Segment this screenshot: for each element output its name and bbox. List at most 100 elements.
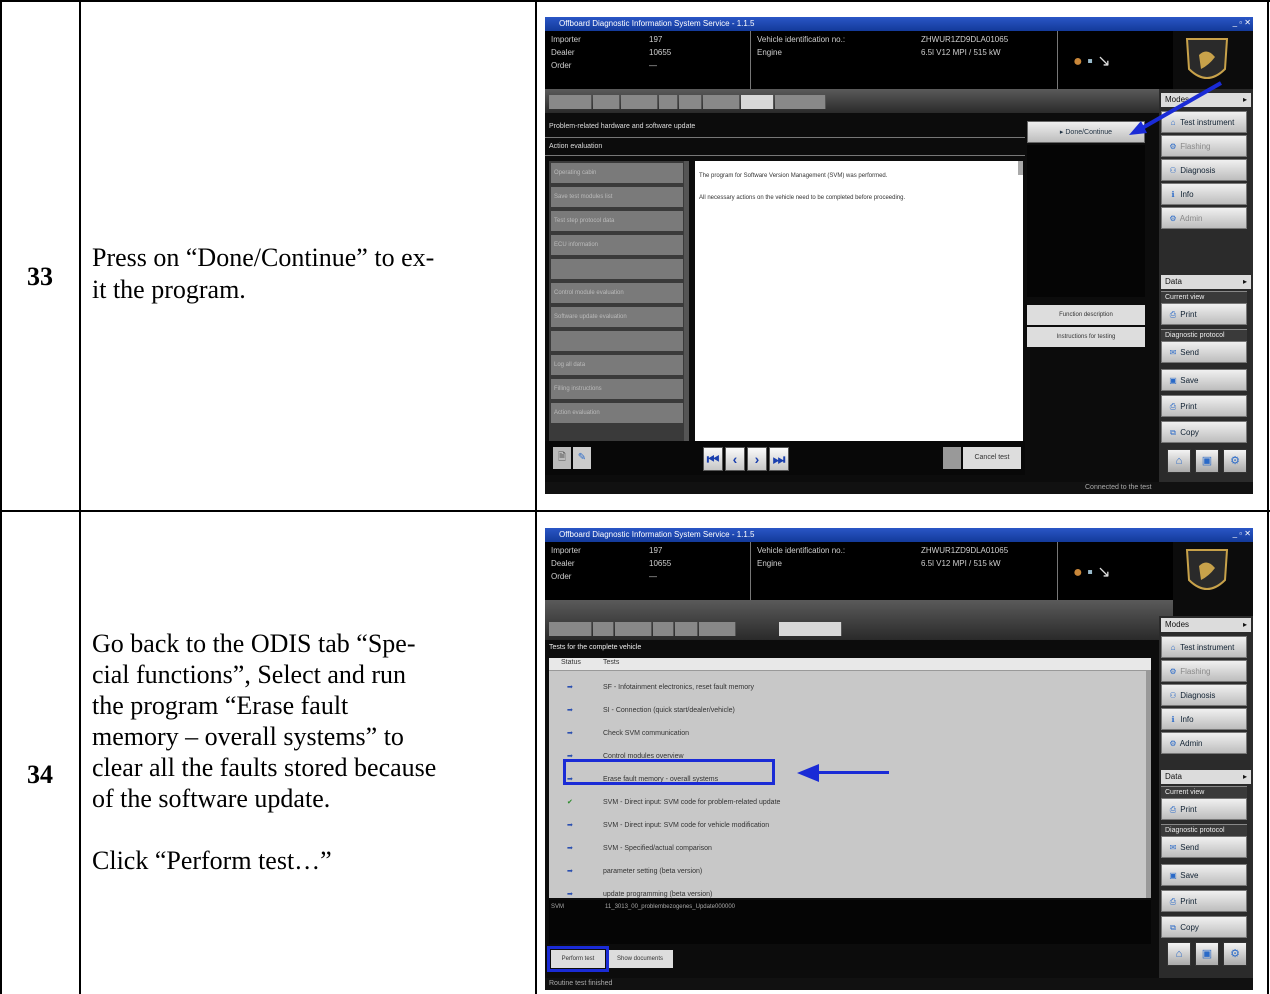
tab-5[interactable] [675,622,698,636]
settings-icon[interactable]: ⚙ [1223,449,1247,473]
col-status[interactable]: Status [561,659,581,666]
print-icon: ⎙ [1169,805,1177,814]
column-header-row: Status Tests [549,658,1151,671]
show-documents-button[interactable]: Show documents [607,950,673,968]
edit-icon[interactable]: ✎ [573,447,591,469]
settings-icon[interactable]: ⚙ [1223,942,1247,966]
tab-4[interactable] [653,622,674,636]
document-icon[interactable]: 🗎 [553,447,571,469]
instructions-testing-button[interactable]: Instructions for testing [1027,327,1145,347]
step-item-4[interactable] [551,259,683,279]
home-icon[interactable]: ⌂ [1167,449,1191,473]
tab-1[interactable] [549,95,592,109]
blue-arrow-icon [1129,81,1222,135]
status-icon: ➡ [567,707,573,714]
pointer-arrow-line [813,771,889,774]
mode-diagnosis[interactable]: ⚇ Diagnosis [1161,159,1247,181]
mode-flashing[interactable]: ⚙ Flashing [1161,660,1247,682]
home-icon[interactable]: ⌂ [1167,942,1191,966]
section-separator [545,155,1025,156]
mode-diagnosis[interactable]: ⚇ Diagnosis [1161,684,1247,706]
step-item-8[interactable]: Log all data [551,355,683,375]
copy-button[interactable]: ⧉ Copy [1161,421,1247,443]
step-item-0[interactable]: Operating cabin [551,163,683,183]
data-header[interactable]: Data ▸ [1161,770,1251,784]
status-icon: ➡ [567,845,573,852]
small-toolbar-button[interactable] [943,447,961,469]
step-item-1[interactable]: Save test modules list [551,187,683,207]
window-icon[interactable]: ▣ [1195,942,1219,966]
window-controls[interactable]: _ ▫ ✕ [1233,18,1251,27]
test-row[interactable]: ✔ SVM - Direct input: SVM code for proble… [553,793,1143,813]
mode-info[interactable]: ℹ Info [1161,708,1247,730]
step-item-7[interactable] [551,331,683,351]
tests-scrollbar[interactable] [1146,670,1151,898]
tab-special-functions[interactable] [779,622,842,636]
save-button[interactable]: ▣ Save [1161,864,1247,886]
print-protocol-button[interactable]: ⎙ Print [1161,395,1247,417]
step-item-3[interactable]: ECU information [551,235,683,255]
window-icon[interactable]: ▣ [1195,449,1219,473]
window-controls[interactable]: _ ▫ ✕ [1233,529,1251,538]
tab-3[interactable] [621,95,658,109]
tab-2[interactable] [593,622,614,636]
send-button[interactable]: ✉ Send [1161,341,1247,363]
message-line-2: All necessary actions on the vehicle nee… [699,195,906,201]
message-panel: The program for Software Version Managem… [695,161,1023,441]
tab-4[interactable] [659,95,678,109]
section-title-1: Problem-related hardware and software up… [549,123,696,130]
previous-page-icon[interactable]: ‹ [725,447,745,471]
mode-sidebar: Modes ▸ ⌂ Test instrument ⚙ Flashing ⚇ Di… [1159,616,1253,978]
save-button[interactable]: ▣ Save [1161,369,1247,391]
step-34-instructions: Go back to the ODIS tab “Spe- cial funct… [92,628,532,876]
message-scrollbar[interactable] [1018,161,1023,175]
next-page-icon[interactable]: › [747,447,767,471]
tab-3[interactable] [615,622,652,636]
main-tabs [545,600,1173,640]
step-item-6[interactable]: Software update evaluation [551,307,683,327]
tab-6[interactable] [699,622,736,636]
mode-admin[interactable]: ⚙ Admin [1161,732,1247,754]
tab-active[interactable] [741,95,774,109]
print-view-button[interactable]: ⎙ Print [1161,303,1247,325]
modes-header[interactable]: Modes ▸ [1161,618,1251,632]
diagnosis-icon: ⚇ [1169,691,1177,700]
step-34-line-4: memory – overall systems” to [92,722,404,751]
test-row[interactable]: ➡ Check SVM communication [553,724,1143,744]
step-item-9[interactable]: Filling instructions [551,379,683,399]
test-row[interactable]: ➡ parameter setting (beta version) [553,862,1143,882]
mode-info[interactable]: ℹ Info [1161,183,1247,205]
test-row[interactable]: ➡ SI - Connection (quick start/dealer/veh… [553,701,1143,721]
tab-2[interactable] [593,95,620,109]
section-title-2: Action evaluation [549,143,603,150]
tab-6[interactable] [703,95,740,109]
cancel-test-button[interactable]: Cancel test [963,447,1021,469]
function-description-button[interactable]: Function description [1027,305,1145,325]
steps-scrollbar[interactable] [684,161,689,441]
mode-test-instrument[interactable]: ⌂ Test instrument [1161,636,1247,658]
send-button[interactable]: ✉ Send [1161,836,1247,858]
tab-5[interactable] [679,95,702,109]
mode-admin[interactable]: ⚙ Admin [1161,207,1247,229]
message-line-1: The program for Software Version Managem… [699,173,888,179]
tab-1[interactable] [549,622,592,636]
col-tests[interactable]: Tests [603,659,619,666]
test-row[interactable]: ➡ SVM - Specified/actual comparison [553,839,1143,859]
section-separator [545,137,1025,138]
step-item-2[interactable]: Test step protocol data [551,211,683,231]
print-protocol-button[interactable]: ⎙ Print [1161,890,1247,912]
test-row[interactable]: ➡ SVM - Direct input: SVM code for vehicl… [553,816,1143,836]
print-view-button[interactable]: ⎙ Print [1161,798,1247,820]
first-page-icon[interactable]: ⏮ [703,447,723,471]
copy-button[interactable]: ⧉ Copy [1161,916,1247,938]
step-item-5[interactable]: Control module evaluation [551,283,683,303]
step-item-10[interactable]: Action evaluation [551,403,683,423]
header-separator [750,31,751,89]
flashing-icon: ⚙ [1169,142,1177,151]
mode-flashing[interactable]: ⚙ Flashing [1161,135,1247,157]
tab-8[interactable] [775,95,826,109]
print-icon: ⎙ [1169,897,1177,906]
last-page-icon[interactable]: ⏭ [769,447,789,471]
test-row[interactable]: ➡ SF - Infotainment electronics, reset fa… [553,678,1143,698]
data-header[interactable]: Data ▸ [1161,275,1251,289]
